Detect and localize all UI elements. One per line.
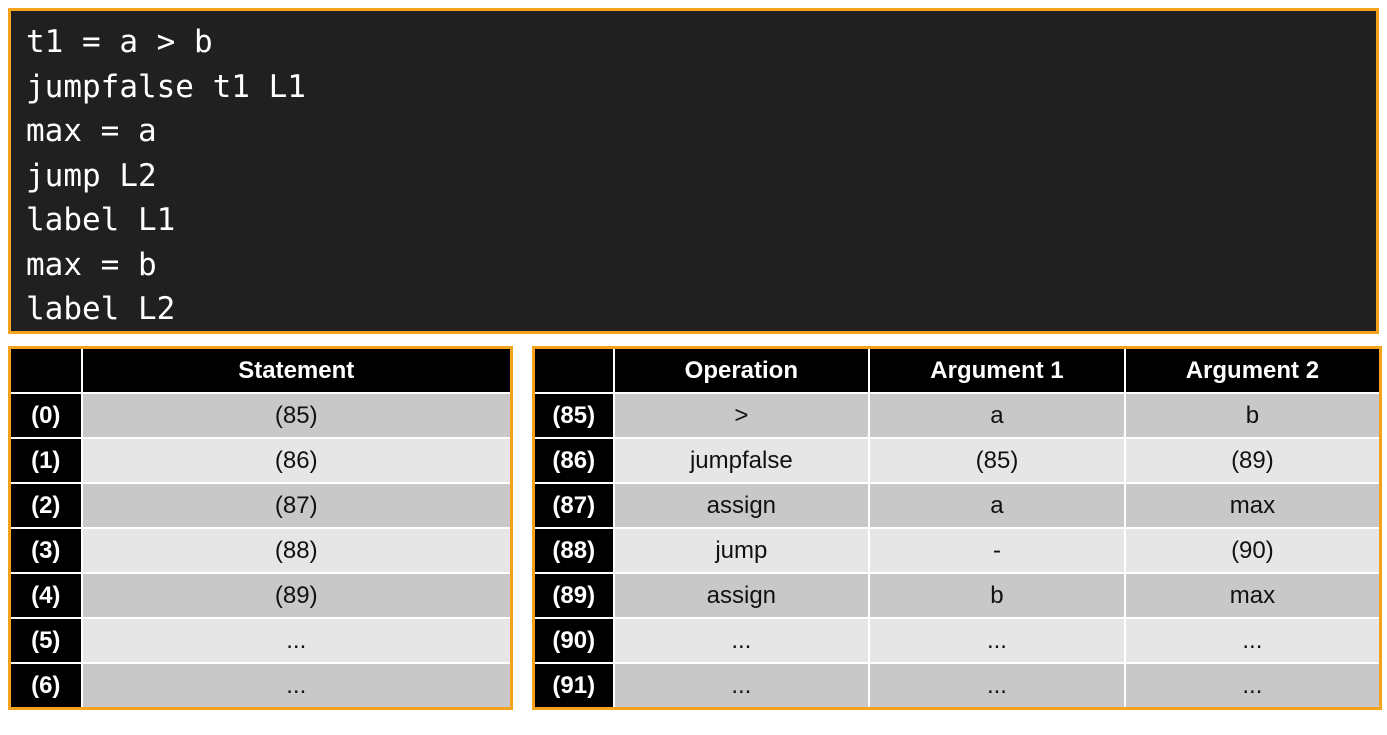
statement-table: Statement (0) (85) (1) (86) (2) (87) (3)… bbox=[8, 346, 513, 710]
operation-cell: jumpfalse bbox=[612, 437, 871, 484]
row-index: (87) bbox=[532, 482, 615, 529]
code-lines: t1 = a > b jumpfalse t1 L1 max = a jump … bbox=[11, 11, 1376, 332]
argument1-cell: (85) bbox=[868, 437, 1126, 484]
argument2-cell: (89) bbox=[1123, 437, 1382, 484]
statement-cell: (86) bbox=[80, 437, 513, 484]
argument1-cell: - bbox=[868, 527, 1126, 574]
index-header bbox=[532, 346, 615, 394]
row-index: (89) bbox=[532, 572, 615, 619]
statement-header: Statement bbox=[80, 346, 513, 394]
statement-cell: (85) bbox=[80, 392, 513, 439]
argument1-cell: a bbox=[868, 482, 1126, 529]
quadruple-table: Operation Argument 1 Argument 2 (85) > a… bbox=[532, 346, 1382, 710]
argument1-header: Argument 1 bbox=[868, 346, 1126, 394]
code-line: label L1 bbox=[26, 202, 176, 238]
table-row: (3) (88) bbox=[8, 527, 513, 574]
argument2-cell: max bbox=[1123, 572, 1382, 619]
argument2-cell: b bbox=[1123, 392, 1382, 439]
code-line: label L2 bbox=[26, 291, 176, 327]
table-row: (86) jumpfalse (85) (89) bbox=[532, 437, 1382, 484]
table-row: (4) (89) bbox=[8, 572, 513, 619]
table-row: (6) ... bbox=[8, 662, 513, 710]
argument1-cell: ... bbox=[868, 662, 1126, 710]
table-row: (88) jump - (90) bbox=[532, 527, 1382, 574]
code-panel: t1 = a > b jumpfalse t1 L1 max = a jump … bbox=[8, 8, 1379, 334]
code-line: jumpfalse t1 L1 bbox=[26, 68, 306, 105]
row-index: (2) bbox=[8, 482, 83, 529]
operation-cell: > bbox=[612, 392, 871, 439]
operation-cell: assign bbox=[612, 482, 871, 529]
argument2-cell: ... bbox=[1123, 662, 1382, 710]
index-header bbox=[8, 346, 83, 394]
argument2-cell: max bbox=[1123, 482, 1382, 529]
table-row: (85) > a b bbox=[532, 392, 1382, 439]
operation-cell: assign bbox=[612, 572, 871, 619]
code-line: t1 = a > b bbox=[26, 24, 213, 60]
table-header-row: Operation Argument 1 Argument 2 bbox=[532, 346, 1382, 394]
table-header-row: Statement bbox=[8, 346, 513, 394]
row-index: (86) bbox=[532, 437, 615, 484]
table-row: (91) ... ... ... bbox=[532, 662, 1382, 710]
row-index: (5) bbox=[8, 617, 83, 664]
statement-cell: ... bbox=[80, 662, 513, 710]
row-index: (85) bbox=[532, 392, 615, 439]
table-row: (0) (85) bbox=[8, 392, 513, 439]
argument2-header: Argument 2 bbox=[1123, 346, 1382, 394]
argument1-cell: ... bbox=[868, 617, 1126, 664]
row-index: (1) bbox=[8, 437, 83, 484]
statement-cell: ... bbox=[80, 617, 513, 664]
table-row: (90) ... ... ... bbox=[532, 617, 1382, 664]
operation-cell: ... bbox=[612, 617, 871, 664]
table-row: (1) (86) bbox=[8, 437, 513, 484]
row-index: (6) bbox=[8, 662, 83, 710]
statement-cell: (88) bbox=[80, 527, 513, 574]
table-row: (5) ... bbox=[8, 617, 513, 664]
statement-cell: (87) bbox=[80, 482, 513, 529]
argument1-cell: b bbox=[868, 572, 1126, 619]
row-index: (4) bbox=[8, 572, 83, 619]
operation-cell: jump bbox=[612, 527, 871, 574]
statement-cell: (89) bbox=[80, 572, 513, 619]
row-index: (0) bbox=[8, 392, 83, 439]
row-index: (88) bbox=[532, 527, 615, 574]
row-index: (91) bbox=[532, 662, 615, 710]
table-row: (89) assign b max bbox=[532, 572, 1382, 619]
code-line: max = b bbox=[26, 246, 157, 283]
operation-cell: ... bbox=[612, 662, 871, 710]
operation-header: Operation bbox=[612, 346, 871, 394]
argument1-cell: a bbox=[868, 392, 1126, 439]
argument2-cell: (90) bbox=[1123, 527, 1382, 574]
code-line: max = a bbox=[26, 113, 157, 149]
row-index: (3) bbox=[8, 527, 83, 574]
argument2-cell: ... bbox=[1123, 617, 1382, 664]
table-row: (2) (87) bbox=[8, 482, 513, 529]
table-row: (87) assign a max bbox=[532, 482, 1382, 529]
code-line: jump L2 bbox=[26, 157, 157, 194]
row-index: (90) bbox=[532, 617, 615, 664]
